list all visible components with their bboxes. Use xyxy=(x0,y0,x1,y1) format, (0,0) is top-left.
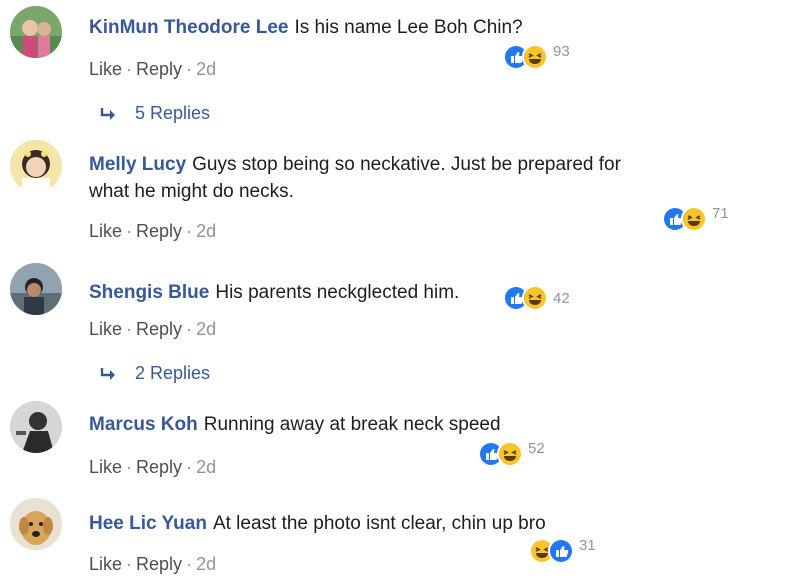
avatar[interactable] xyxy=(10,498,62,550)
comment-text-continued: what he might do necks. xyxy=(89,181,294,202)
comment-actions: Like · Reply · 2d xyxy=(89,220,216,242)
replies-count-label: 2 Replies xyxy=(135,363,211,383)
reply-button[interactable]: Reply xyxy=(136,221,182,241)
haha-reaction-icon xyxy=(522,285,548,311)
separator: · xyxy=(126,59,133,79)
comment-timestamp[interactable]: 2d xyxy=(196,554,216,574)
reply-button[interactable]: Reply xyxy=(136,319,182,339)
comment-timestamp[interactable]: 2d xyxy=(196,59,216,79)
like-button[interactable]: Like xyxy=(89,221,122,241)
comment-timestamp[interactable]: 2d xyxy=(196,457,216,477)
separator: · xyxy=(126,554,133,574)
view-replies-link[interactable]: 2 Replies xyxy=(99,363,210,384)
comment-text: Guys stop being so neckative. Just be pr… xyxy=(192,154,621,175)
separator: · xyxy=(186,319,193,339)
comment-author[interactable]: Marcus Koh xyxy=(89,414,198,435)
separator: · xyxy=(186,221,193,241)
comment-text: At least the photo isnt clear, chin up b… xyxy=(212,513,546,534)
avatar[interactable] xyxy=(10,140,62,192)
comment-text: Running away at break neck speed xyxy=(203,414,501,435)
reaction-summary[interactable]: 42 xyxy=(503,285,570,311)
reaction-count: 71 xyxy=(712,204,729,222)
avatar[interactable] xyxy=(10,401,62,453)
comment-timestamp[interactable]: 2d xyxy=(196,319,216,339)
reply-arrow-icon xyxy=(100,107,115,120)
reaction-summary[interactable]: 93 xyxy=(503,42,570,70)
separator: · xyxy=(126,457,133,477)
replies-count-label: 5 Replies xyxy=(135,103,211,123)
separator: · xyxy=(126,319,133,339)
separator: · xyxy=(126,221,133,241)
comment-body: Melly Lucy Guys stop being so neckative. … xyxy=(89,153,621,177)
comment-author[interactable]: KinMun Theodore Lee xyxy=(89,17,289,38)
comment-actions: Like · Reply · 2d xyxy=(89,553,216,575)
comment-actions: Like · Reply · 2d xyxy=(89,318,216,340)
comment-author[interactable]: Melly Lucy xyxy=(89,154,186,175)
comment-body: KinMun Theodore Lee Is his name Lee Boh C… xyxy=(89,16,523,40)
comment-body: Marcus Koh Running away at break neck spe… xyxy=(89,413,501,437)
comment-author[interactable]: Hee Lic Yuan xyxy=(89,513,207,534)
reaction-count: 31 xyxy=(579,536,596,554)
reaction-count: 93 xyxy=(553,42,570,60)
separator: · xyxy=(186,554,193,574)
comment-text: His parents neckglected him. xyxy=(215,282,460,303)
haha-reaction-icon xyxy=(522,44,548,70)
comment-actions: Like · Reply · 2d xyxy=(89,456,216,478)
reply-button[interactable]: Reply xyxy=(136,59,182,79)
reaction-summary[interactable]: 52 xyxy=(478,439,545,467)
like-button[interactable]: Like xyxy=(89,554,122,574)
comment-body: Hee Lic Yuan At least the photo isnt clea… xyxy=(89,512,546,536)
reaction-count: 42 xyxy=(553,289,570,307)
like-button[interactable]: Like xyxy=(89,457,122,477)
avatar[interactable] xyxy=(10,263,62,315)
reaction-summary[interactable]: 31 xyxy=(529,536,596,564)
comment-text: Is his name Lee Boh Chin? xyxy=(294,17,523,38)
haha-reaction-icon xyxy=(681,206,707,232)
like-reaction-icon xyxy=(548,538,574,564)
reply-arrow-icon xyxy=(100,367,115,380)
comment-actions: Like · Reply · 2d xyxy=(89,58,216,80)
reply-button[interactable]: Reply xyxy=(136,457,182,477)
separator: · xyxy=(186,457,193,477)
reaction-summary[interactable]: 71 xyxy=(662,204,729,232)
separator: · xyxy=(186,59,193,79)
reply-button[interactable]: Reply xyxy=(136,554,182,574)
haha-reaction-icon xyxy=(497,441,523,467)
reaction-count: 52 xyxy=(528,439,545,457)
view-replies-link[interactable]: 5 Replies xyxy=(99,103,210,124)
comment-author[interactable]: Shengis Blue xyxy=(89,282,209,303)
like-button[interactable]: Like xyxy=(89,59,122,79)
like-button[interactable]: Like xyxy=(89,319,122,339)
comment-timestamp[interactable]: 2d xyxy=(196,221,216,241)
avatar[interactable] xyxy=(10,6,62,58)
comment-body: Shengis Blue His parents neckglected him. xyxy=(89,281,459,305)
